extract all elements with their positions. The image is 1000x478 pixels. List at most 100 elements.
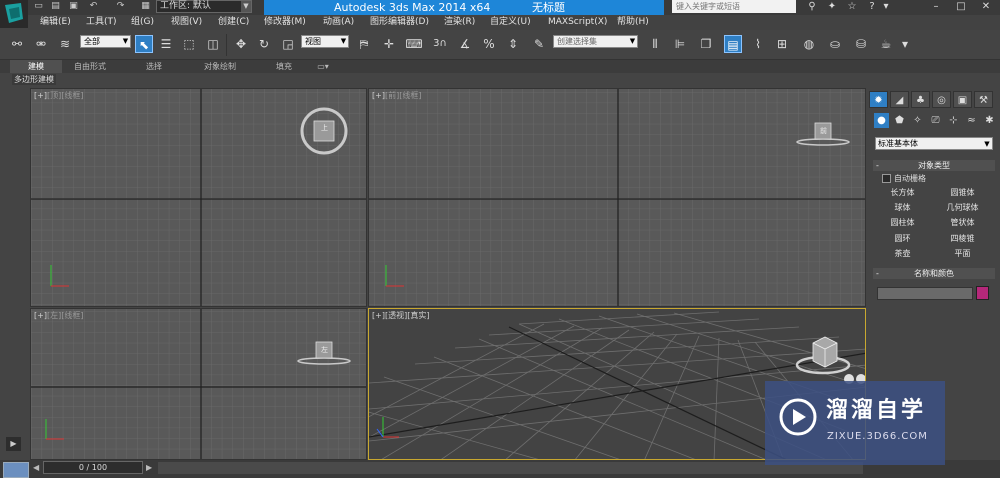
object-type-rollout-header[interactable]: - 对象类型 xyxy=(873,160,995,171)
tab-selection[interactable]: 选择 xyxy=(128,60,180,73)
viewport-left[interactable]: 左 [+][左][线框] xyxy=(30,308,367,460)
pivot-center-icon[interactable]: ⛿ xyxy=(355,35,373,53)
schematic-view-icon[interactable]: ⊞ xyxy=(773,35,791,53)
modify-tab-icon[interactable]: ◢ xyxy=(890,91,909,108)
ribbon-options-icon[interactable]: ▭▾ xyxy=(312,60,334,73)
percent-snap-icon[interactable]: % xyxy=(480,35,498,53)
select-link-icon[interactable]: ⚯ xyxy=(8,35,26,53)
menu-edit[interactable]: 编辑(E) xyxy=(40,15,71,30)
primitive-type-dropdown[interactable]: 标准基本体 ▼ xyxy=(875,137,993,150)
viewport-label[interactable]: [+][左][线框] xyxy=(34,311,83,321)
edit-named-selection-icon[interactable]: ✎ xyxy=(530,35,548,53)
viewport-label[interactable]: [+][顶][线框] xyxy=(34,91,83,101)
display-tab-icon[interactable]: ▣ xyxy=(953,91,972,108)
box-button[interactable]: 长方体 xyxy=(873,185,932,200)
favorites-icon[interactable]: ☆ xyxy=(846,1,858,13)
maximize-icon[interactable]: □ xyxy=(955,1,967,13)
viewport-shading[interactable]: [线框] xyxy=(61,311,83,320)
name-color-rollout-header[interactable]: - 名称和颜色 xyxy=(873,268,995,279)
viewport-name[interactable]: [前] xyxy=(385,91,399,100)
viewport-shading[interactable]: [线框] xyxy=(61,91,83,100)
reference-coordinate-dropdown[interactable]: 视图 ▼ xyxy=(301,35,349,48)
viewport-shading[interactable]: [真实] xyxy=(407,311,429,320)
menu-animation[interactable]: 动画(A) xyxy=(323,15,354,30)
window-crossing-icon[interactable]: ◫ xyxy=(204,35,222,53)
lights-icon[interactable]: ✧ xyxy=(910,113,925,128)
search-input[interactable]: 键入关键字或短语 xyxy=(672,0,796,13)
curve-editor-icon[interactable]: ⌇ xyxy=(749,35,767,53)
help-icon[interactable]: ? xyxy=(866,1,878,13)
rendered-frame-window-icon[interactable]: ⛁ xyxy=(852,35,870,53)
viewport-menu-plus[interactable]: [+] xyxy=(372,311,385,320)
menu-help[interactable]: 帮助(H) xyxy=(617,15,649,30)
viewport-menu-plus[interactable]: [+] xyxy=(34,311,47,320)
layer-manager-icon[interactable]: ❐ xyxy=(697,35,715,53)
undo-icon[interactable]: ↶ xyxy=(88,1,99,12)
plane-button[interactable]: 平面 xyxy=(933,246,992,261)
systems-icon[interactable]: ✱ xyxy=(982,113,997,128)
menu-group[interactable]: 组(G) xyxy=(131,15,154,30)
viewport-name[interactable]: [左] xyxy=(47,311,61,320)
menu-tools[interactable]: 工具(T) xyxy=(86,15,117,30)
spinner-snap-icon[interactable]: ⇕ xyxy=(504,35,522,53)
minimize-icon[interactable]: – xyxy=(930,1,942,13)
move-icon[interactable]: ✥ xyxy=(232,35,250,53)
select-object-icon[interactable]: ⬉ xyxy=(135,35,153,53)
tab-freeform[interactable]: 自由形式 xyxy=(64,60,116,73)
object-name-input[interactable] xyxy=(877,287,973,300)
project-folder-icon[interactable]: ▦ xyxy=(140,1,151,12)
render-production-icon[interactable]: ☕ xyxy=(877,35,895,53)
viewport-label[interactable]: [+][透视][真实] xyxy=(372,311,429,321)
redo-icon[interactable]: ↷ xyxy=(115,1,126,12)
space-warps-icon[interactable]: ≈ xyxy=(964,113,979,128)
chevron-down-icon[interactable]: ▾ xyxy=(900,35,910,53)
time-slider-next-icon[interactable]: ▶ xyxy=(146,462,156,474)
viewport-label[interactable]: [+][前][线框] xyxy=(372,91,421,101)
tab-object-paint[interactable]: 对象绘制 xyxy=(192,60,248,73)
mini-listener-icon[interactable] xyxy=(3,462,29,478)
timeline-track[interactable] xyxy=(158,462,863,474)
teapot-button[interactable]: 茶壶 xyxy=(873,246,932,261)
unlink-icon[interactable]: ⚮ xyxy=(32,35,50,53)
tab-populate[interactable]: 填充 xyxy=(258,60,310,73)
cylinder-button[interactable]: 圆柱体 xyxy=(873,215,932,230)
sphere-button[interactable]: 球体 xyxy=(873,200,932,215)
tube-button[interactable]: 管状体 xyxy=(933,215,992,230)
menu-maxscript[interactable]: MAXScript(X) xyxy=(548,15,607,30)
binoculars-icon[interactable]: ⚲ xyxy=(806,1,818,13)
cone-button[interactable]: 圆锥体 xyxy=(933,185,992,200)
torus-button[interactable]: 圆环 xyxy=(873,231,932,246)
viewport-top[interactable]: 上 [+][顶][线框] xyxy=(30,88,367,307)
shapes-icon[interactable]: ⬟ xyxy=(892,113,907,128)
pyramid-button[interactable]: 四棱锥 xyxy=(933,231,992,246)
menu-views[interactable]: 视图(V) xyxy=(171,15,202,30)
rotate-icon[interactable]: ↻ xyxy=(255,35,273,53)
cameras-icon[interactable]: ⎚ xyxy=(928,113,943,128)
close-icon[interactable]: ✕ xyxy=(980,1,992,13)
time-slider-prev-icon[interactable]: ◀ xyxy=(33,462,43,474)
snaps-toggle-icon[interactable]: 3∩ xyxy=(431,35,449,53)
hierarchy-tab-icon[interactable]: ♣ xyxy=(911,91,930,108)
polygon-modeling-label[interactable]: 多边形建模 xyxy=(12,74,56,85)
named-selection-set-dropdown[interactable]: 创建选择集 ▼ xyxy=(553,35,638,48)
utilities-tab-icon[interactable]: ⚒ xyxy=(974,91,993,108)
create-tab-icon[interactable]: ✹ xyxy=(869,91,888,108)
menu-customize[interactable]: 自定义(U) xyxy=(490,15,531,30)
auto-grid-checkbox[interactable]: 自动栅格 xyxy=(882,174,926,184)
render-setup-icon[interactable]: ⛀ xyxy=(826,35,844,53)
geosphere-button[interactable]: 几何球体 xyxy=(933,200,992,215)
workspace-dropdown[interactable]: 工作区: 默认 ▼ xyxy=(156,0,252,13)
scale-icon[interactable]: ◲ xyxy=(279,35,297,53)
menu-modifiers[interactable]: 修改器(M) xyxy=(264,15,306,30)
angle-snap-icon[interactable]: ∡ xyxy=(456,35,474,53)
app-logo[interactable] xyxy=(0,0,28,28)
viewport-front[interactable]: 前 [+][前][线框] xyxy=(368,88,866,307)
bind-space-warp-icon[interactable]: ≋ xyxy=(56,35,74,53)
menu-rendering[interactable]: 渲染(R) xyxy=(444,15,475,30)
align-icon[interactable]: ⊫ xyxy=(671,35,689,53)
tab-modeling[interactable]: 建模 xyxy=(10,60,62,73)
rectangular-region-icon[interactable]: ⬚ xyxy=(180,35,198,53)
menu-create[interactable]: 创建(C) xyxy=(218,15,249,30)
menu-graph-editors[interactable]: 图形编辑器(D) xyxy=(370,15,429,30)
viewport-menu-plus[interactable]: [+] xyxy=(34,91,47,100)
